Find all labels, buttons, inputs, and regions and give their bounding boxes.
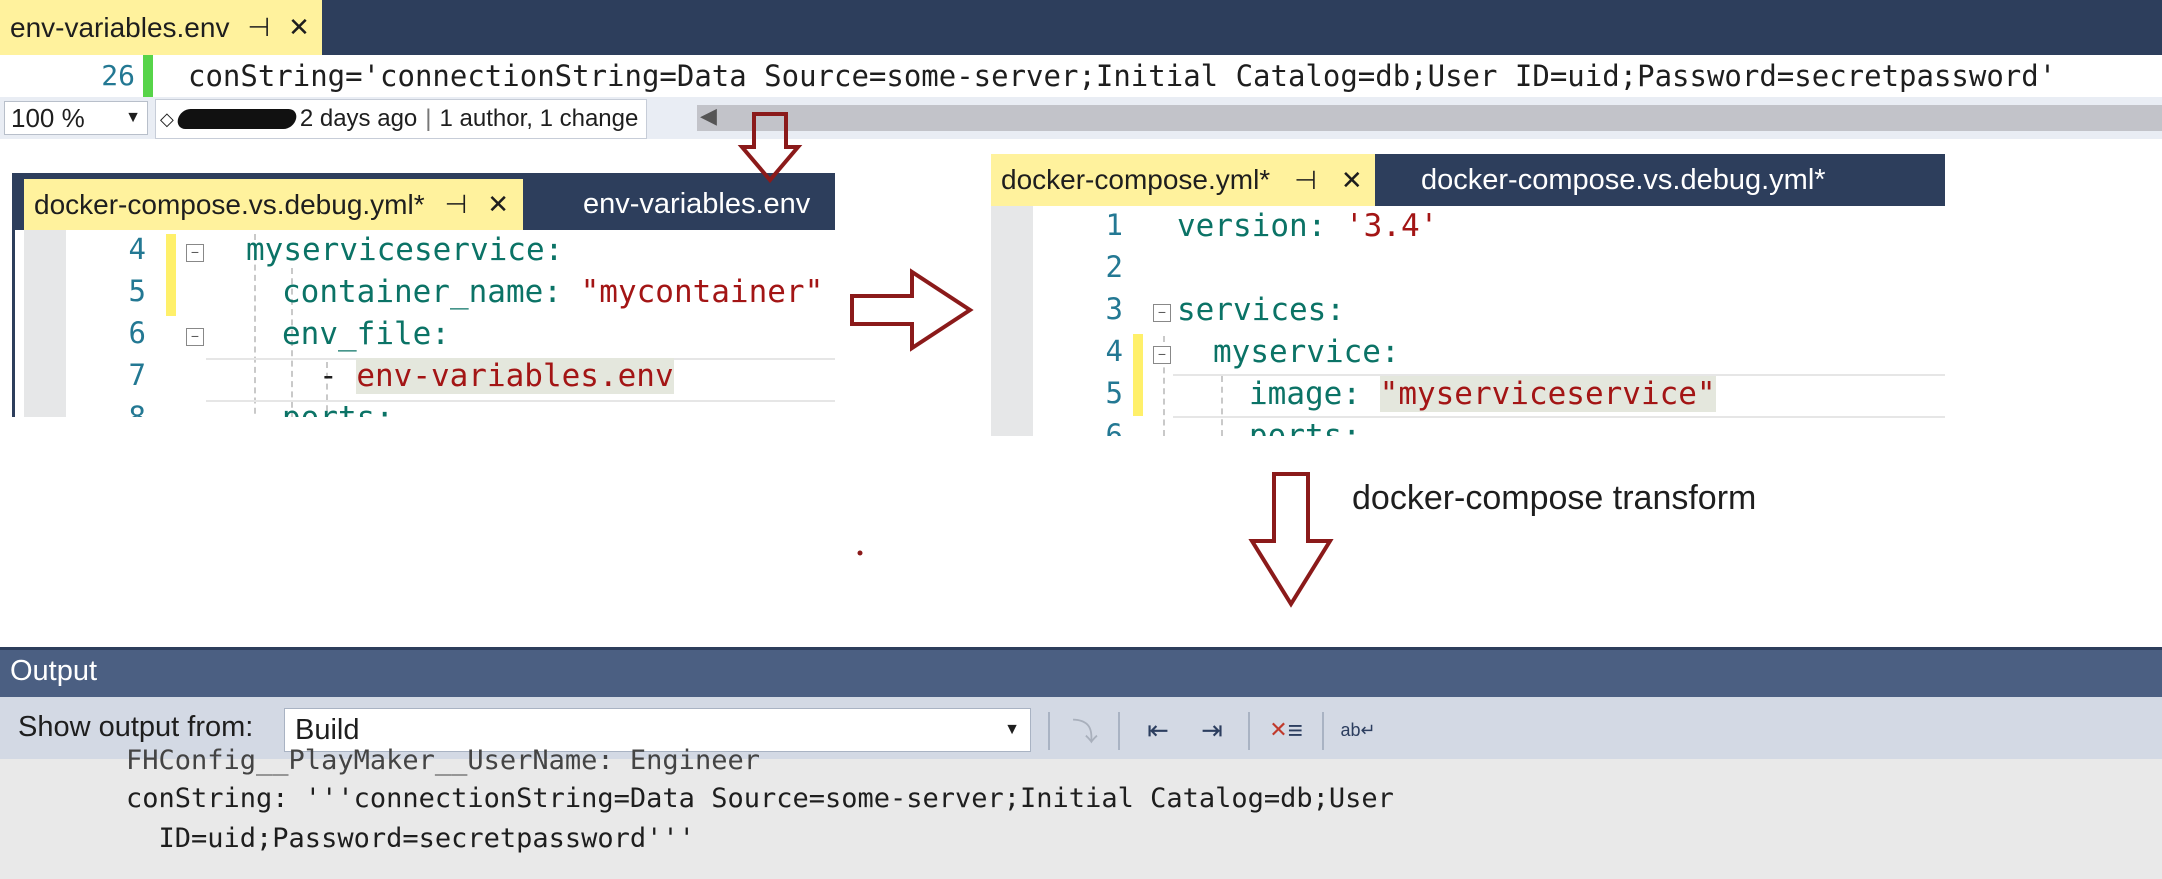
- word-wrap-icon[interactable]: ab↵: [1336, 709, 1380, 751]
- arrow-down-large: [1248, 472, 1334, 608]
- output-source-value: Build: [295, 713, 360, 746]
- output-panel-header: [0, 647, 2162, 697]
- clear-all-icon[interactable]: ✕ ≡: [1264, 709, 1308, 751]
- stray-dot: [857, 550, 863, 556]
- go-to-source-icon[interactable]: ⤵: [1063, 709, 1107, 751]
- output-line: conString: '''connectionString=Data Sour…: [126, 783, 1394, 814]
- transform-caption: docker-compose transform: [1352, 479, 1757, 517]
- chevron-down-icon: ▼: [1004, 721, 1020, 738]
- output-text-area[interactable]: FHConfig__PlayMaker__UserName: Engineer …: [0, 745, 2162, 879]
- toolbar-separator: [1322, 712, 1324, 750]
- output-line: ID=uid;Password=secretpassword''': [126, 823, 695, 854]
- prev-message-icon[interactable]: ⇤: [1136, 709, 1180, 751]
- toolbar-separator: [1118, 712, 1120, 750]
- output-title: Output: [10, 655, 98, 687]
- arrow-down-small: [737, 112, 803, 184]
- toolbar-separator: [1248, 712, 1250, 750]
- show-output-label: Show output from:: [18, 711, 254, 743]
- toolbar-separator: [1048, 712, 1050, 750]
- next-message-icon[interactable]: ⇥: [1190, 709, 1234, 751]
- output-line: FHConfig__PlayMaker__UserName: Engineer: [126, 745, 760, 776]
- arrow-right: [850, 268, 974, 352]
